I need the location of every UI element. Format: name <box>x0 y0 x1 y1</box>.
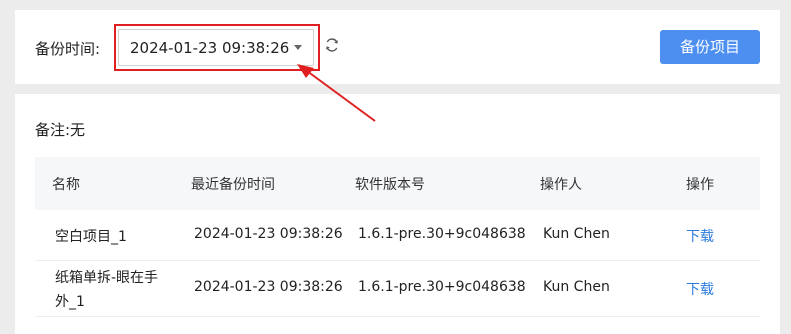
cell-name: 空白项目_1 <box>55 229 127 245</box>
cell-operator: Kun Chen <box>543 279 610 295</box>
download-link[interactable]: 下载 <box>686 279 714 299</box>
cell-operator: Kun Chen <box>543 226 610 242</box>
cell-version: 1.6.1-pre.30+9c048638 <box>358 279 526 295</box>
note-text: 备注:无 <box>35 121 86 139</box>
top-toolbar-card: 备份时间: 2024-01-23 09:38:26 备份项目 <box>15 10 780 84</box>
backup-list-card: 备注:无 名称 最近备份时间 软件版本号 操作人 操作 空白项目_1 2024-… <box>15 94 780 334</box>
table-row: 空白项目_1 2024-01-23 09:38:26 1.6.1-pre.30+… <box>35 210 760 261</box>
column-header-action: 操作 <box>686 177 714 193</box>
download-link[interactable]: 下载 <box>686 226 714 246</box>
backup-project-button[interactable]: 备份项目 <box>660 30 760 64</box>
refresh-icon[interactable] <box>324 37 340 53</box>
cell-name: 纸箱单拆-眼在手 <box>55 270 159 286</box>
cell-time: 2024-01-23 09:38:26 <box>194 279 343 295</box>
backup-table: 名称 最近备份时间 软件版本号 操作人 操作 空白项目_1 2024-01-23… <box>35 157 760 317</box>
cell-version: 1.6.1-pre.30+9c048638 <box>358 226 526 242</box>
cell-time: 2024-01-23 09:38:26 <box>194 226 343 242</box>
column-header-time: 最近备份时间 <box>191 177 275 193</box>
column-header-name: 名称 <box>52 177 80 193</box>
column-header-version: 软件版本号 <box>355 177 425 193</box>
highlight-box <box>114 24 320 71</box>
table-row: 纸箱单拆-眼在手 外_1 2024-01-23 09:38:26 1.6.1-p… <box>35 261 760 317</box>
table-header: 名称 最近备份时间 软件版本号 操作人 操作 <box>35 157 760 210</box>
cell-name-line2: 外_1 <box>55 294 85 310</box>
backup-time-label: 备份时间: <box>35 40 101 58</box>
column-header-operator: 操作人 <box>540 177 582 193</box>
